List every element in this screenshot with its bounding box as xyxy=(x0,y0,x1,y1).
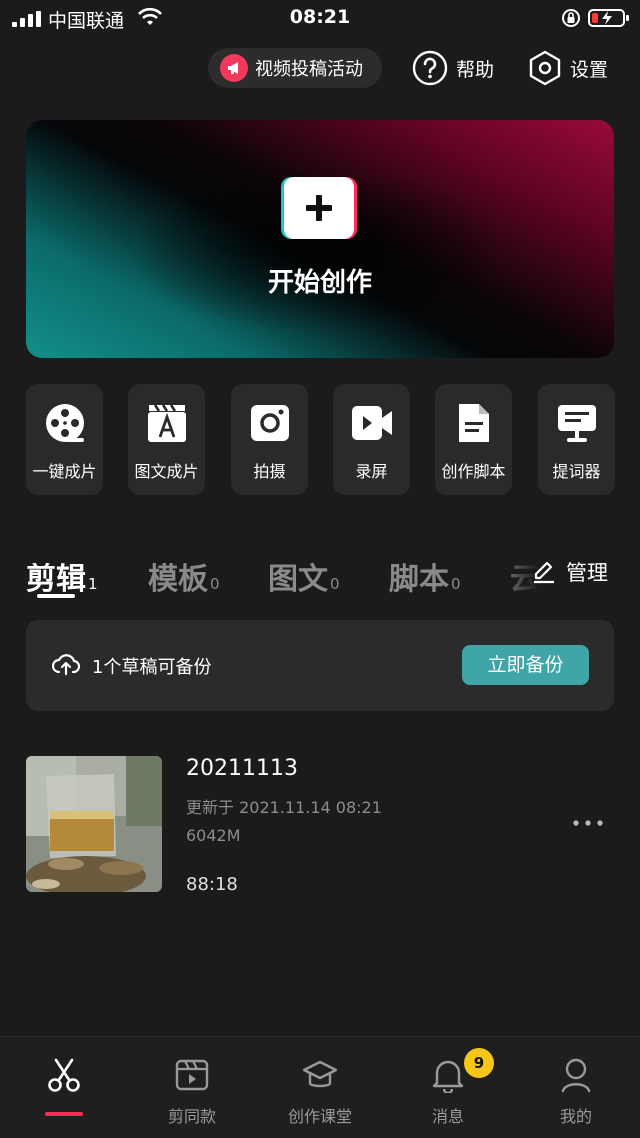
profile-icon xyxy=(561,1058,591,1093)
message-badge: 9 xyxy=(464,1048,494,1078)
tab-edit[interactable]: 剪辑 1 xyxy=(26,554,98,598)
draft-updated-time: 更新于 2021.11.14 08:21 xyxy=(186,798,382,817)
nav-label: 创作课堂 xyxy=(287,1107,352,1126)
settings-button[interactable]: 设置 xyxy=(528,48,608,88)
template-clapper-icon xyxy=(175,1059,209,1091)
draft-thumbnail xyxy=(26,756,162,892)
backup-banner: 1个草稿可备份 立即备份 xyxy=(26,620,614,711)
nav-profile[interactable]: 我的 xyxy=(512,1037,640,1138)
draft-size: 6042M xyxy=(186,826,241,845)
tab-label: 剪辑 xyxy=(26,562,86,597)
tab-scripts[interactable]: 脚本 0 xyxy=(389,554,461,598)
tab-count: 1 xyxy=(88,575,98,593)
megaphone-icon xyxy=(220,54,248,82)
tool-text-to-video[interactable]: 图文成片 xyxy=(128,384,205,495)
tool-label: 拍摄 xyxy=(253,462,286,481)
tool-teleprompter[interactable]: 提词器 xyxy=(538,384,615,495)
tool-shoot[interactable]: 拍摄 xyxy=(231,384,308,495)
tool-screen-record[interactable]: 录屏 xyxy=(333,384,410,495)
nav-label: 我的 xyxy=(559,1107,592,1126)
help-button[interactable]: 帮助 xyxy=(412,48,494,88)
screen-record-icon xyxy=(352,406,392,440)
tab-count: 0 xyxy=(330,575,340,593)
nav-edit[interactable] xyxy=(0,1037,128,1138)
teleprompter-icon xyxy=(558,405,596,442)
graduation-cap-icon xyxy=(303,1060,337,1088)
tab-label: 脚本 xyxy=(389,562,449,597)
script-doc-icon xyxy=(459,404,489,442)
video-campaign-button[interactable]: 视频投稿活动 xyxy=(208,48,382,88)
edit-pencil-icon xyxy=(534,561,554,584)
status-bar: 中国联通 08:21 xyxy=(0,0,640,36)
help-label: 帮助 xyxy=(456,58,495,81)
video-campaign-label: 视频投稿活动 xyxy=(255,59,363,80)
tool-one-click-video[interactable]: 一键成片 xyxy=(26,384,103,495)
tab-image-text[interactable]: 图文 0 xyxy=(268,554,340,598)
tool-label: 创作脚本 xyxy=(441,462,506,481)
tab-label: 模板 xyxy=(148,562,208,597)
tool-creation-script[interactable]: 创作脚本 xyxy=(435,384,512,495)
tool-label: 提词器 xyxy=(552,462,601,481)
manage-label: 管理 xyxy=(566,561,608,585)
start-creating-button[interactable]: 开始创作 xyxy=(26,120,614,358)
tool-shortcuts: 一键成片 图文成片 拍摄 录屏 创作脚本 提词器 xyxy=(26,384,615,495)
manage-button[interactable]: 管理 xyxy=(532,556,608,588)
tab-templates[interactable]: 模板 0 xyxy=(148,554,220,598)
draft-item[interactable]: 20211113 更新于 2021.11.14 08:21 6042M 88:1… xyxy=(26,756,614,895)
plus-icon xyxy=(284,177,354,239)
help-icon xyxy=(412,50,448,86)
start-creating-label: 开始创作 xyxy=(267,268,372,298)
tool-label: 图文成片 xyxy=(134,462,199,481)
active-nav-indicator xyxy=(45,1112,83,1116)
active-tab-indicator xyxy=(37,594,75,598)
backup-now-button[interactable]: 立即备份 xyxy=(462,645,589,685)
draft-title: 20211113 xyxy=(186,756,298,781)
bottom-nav: 剪同款 创作课堂 消息 我的 xyxy=(0,1036,640,1138)
tab-label: 图文 xyxy=(268,562,328,597)
film-reel-icon xyxy=(46,404,84,442)
camera-icon xyxy=(251,405,289,441)
rotation-lock-icon xyxy=(562,9,580,27)
cloud-upload-icon xyxy=(52,654,80,676)
tab-count: 0 xyxy=(451,575,461,593)
tool-label: 录屏 xyxy=(355,462,388,481)
settings-label: 设置 xyxy=(570,58,609,81)
bell-icon xyxy=(432,1060,464,1093)
nav-same-template[interactable]: 剪同款 xyxy=(128,1037,256,1138)
scissors-icon xyxy=(48,1058,80,1092)
hero-background xyxy=(26,120,614,358)
tab-count: 0 xyxy=(210,575,220,593)
text-clapper-icon xyxy=(148,404,186,442)
more-options-icon[interactable] xyxy=(572,816,604,830)
draft-duration: 88:18 xyxy=(186,874,238,895)
nav-messages[interactable]: 消息 xyxy=(384,1037,512,1138)
nav-label: 消息 xyxy=(431,1107,464,1126)
nav-label: 剪同款 xyxy=(167,1107,216,1126)
tool-label: 一键成片 xyxy=(32,462,97,481)
backup-message: 1个草稿可备份 xyxy=(92,657,212,678)
gear-icon xyxy=(529,50,561,86)
nav-creator-class[interactable]: 创作课堂 xyxy=(256,1037,384,1138)
battery-icon xyxy=(588,9,629,27)
status-time: 08:21 xyxy=(289,6,351,28)
